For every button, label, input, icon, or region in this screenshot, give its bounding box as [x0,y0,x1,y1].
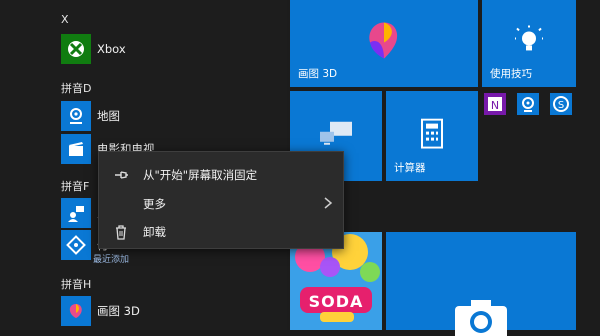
menu-label: 卸载 [143,225,166,239]
maps-icon [61,101,91,131]
recently-added-label: 最近添加 [93,255,130,265]
menu-item-more[interactable]: 更多 [99,190,343,218]
chevron-right-icon [324,197,333,209]
tile-tips[interactable]: 使用技巧 [482,0,576,87]
menu-item-uninstall[interactable]: 卸载 [99,218,343,246]
paid-wifi-icon [61,230,91,260]
webcam-icon [522,97,534,112]
svg-text:S: S [558,100,564,111]
group-header-f[interactable]: 拼音F [61,178,89,194]
skype-icon: S [553,96,569,112]
trash-icon [116,225,126,240]
group-header-h[interactable]: 拼音H [61,276,91,292]
app-label: Xbox [97,42,126,56]
candy-crush-logo-text: SODA [308,292,364,311]
tile-label: 画图 3D [298,68,338,80]
lightbulb-icon [515,24,543,50]
group-header-x[interactable]: X [61,13,69,26]
unpin-icon [115,171,128,179]
menu-label: 从"开始"屏幕取消固定 [143,168,258,182]
app-item-maps[interactable]: 地图 [61,101,281,131]
app-label: 地图 [97,109,120,123]
tile-skype[interactable]: S [550,93,572,115]
tile-camera[interactable] [386,232,576,336]
group-header-d[interactable]: 拼音D [61,80,91,96]
app-item-paint3d[interactable]: 画图 3D [61,296,281,326]
app-label: 画图 3D [97,304,140,318]
movies-tv-icon [61,134,91,164]
tile-label: 计算器 [394,162,426,174]
svg-text:N: N [491,99,499,112]
remote-desktop-icon [320,121,352,145]
camera-icon [455,300,507,336]
tile-onenote[interactable]: N [484,93,506,115]
onenote-icon: N [488,97,502,112]
paint3d-icon [61,296,91,326]
tile-calculator[interactable]: 计算器 [386,91,478,181]
tile-webcam[interactable] [517,93,539,115]
tile-label: 使用技巧 [490,68,532,80]
menu-item-unpin[interactable]: 从"开始"屏幕取消固定 [99,161,343,189]
app-item-xbox[interactable]: Xbox [61,34,281,64]
tile-paint3d[interactable]: 画图 3D [290,0,478,87]
calculator-icon [421,118,443,149]
feedback-icon [61,198,91,228]
menu-label: 更多 [143,197,166,211]
paint3d-icon [369,21,398,58]
context-menu: 从"开始"屏幕取消固定 更多 卸载 [98,151,344,249]
xbox-icon [61,34,91,64]
